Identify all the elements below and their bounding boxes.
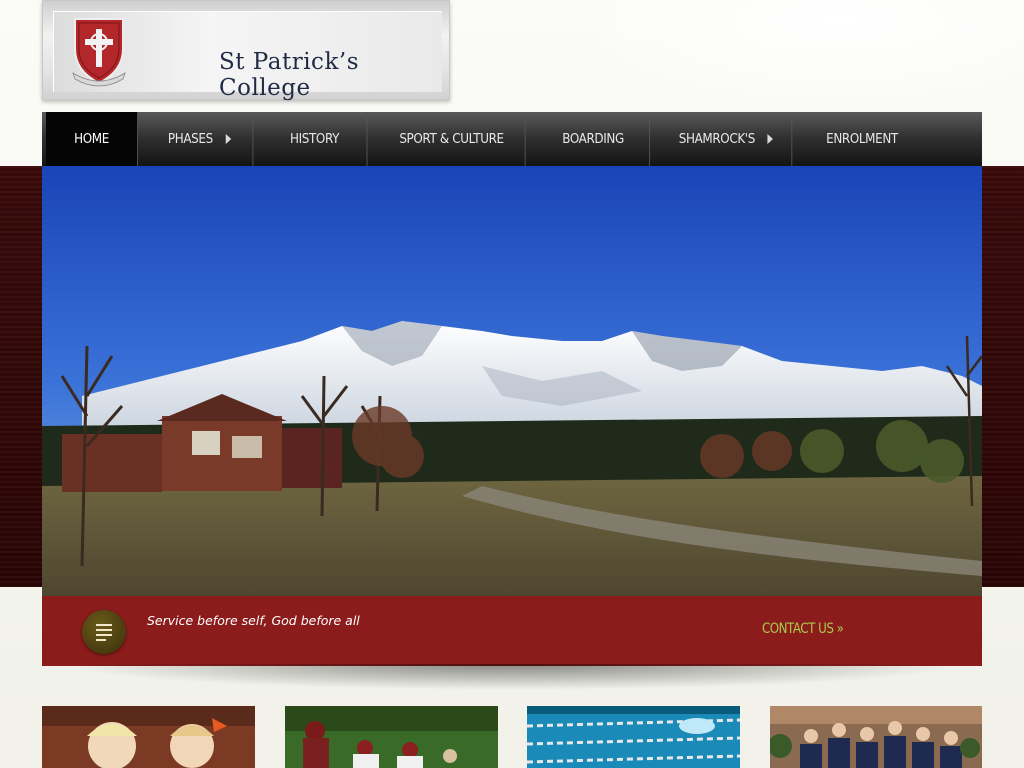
thumbnail-swimming[interactable]: [527, 706, 740, 768]
nav-item-sport-culture[interactable]: SPORT & CULTURE: [378, 112, 526, 166]
nav-item-phases[interactable]: PHASES: [147, 112, 254, 166]
tagline-text: Service before self, God before all: [147, 613, 360, 628]
header-shine: [560, 0, 1024, 110]
school-name: St Patrick’s College: [219, 49, 359, 101]
submenu-arrow-icon: [225, 134, 232, 144]
nav-item-home[interactable]: HOME: [46, 112, 138, 166]
nav-item-enrolment[interactable]: ENROLMENT: [803, 112, 921, 166]
text-lines-icon: [82, 610, 126, 654]
nav-item-label: ENROLMENT: [826, 131, 898, 147]
nav-item-label: SHAMROCK'S: [678, 131, 756, 147]
nav-item-label: SPORT & CULTURE: [399, 131, 504, 147]
tagline-bar: Service before self, God before all CONT…: [42, 596, 982, 666]
nav-item-label: BOARDING: [562, 131, 624, 147]
contact-us-link[interactable]: CONTACT US »: [762, 621, 844, 637]
thumbnail-students[interactable]: [770, 706, 983, 768]
nav-item-label: HOME: [74, 131, 109, 147]
submenu-arrow-icon: [767, 134, 774, 144]
nav-item-label: PHASES: [167, 131, 213, 147]
hero-landscape: [42, 166, 982, 596]
main-navigation: HOME PHASES HISTORY SPORT & CULTURE BOAR…: [42, 112, 982, 166]
nav-item-label: HISTORY: [289, 131, 340, 147]
nav-item-boarding[interactable]: BOARDING: [537, 112, 651, 166]
thumbnail-junior[interactable]: [42, 706, 255, 768]
school-crest-icon: [72, 18, 126, 87]
thumbnail-outdoor[interactable]: [285, 706, 498, 768]
nav-item-shamrocks[interactable]: SHAMROCK'S: [661, 112, 793, 166]
logo-box[interactable]: St Patrick’s College: [42, 0, 450, 101]
nav-item-history[interactable]: HISTORY: [263, 112, 368, 166]
hero-slider-image[interactable]: [42, 166, 982, 596]
bar-shadow: [60, 664, 964, 690]
